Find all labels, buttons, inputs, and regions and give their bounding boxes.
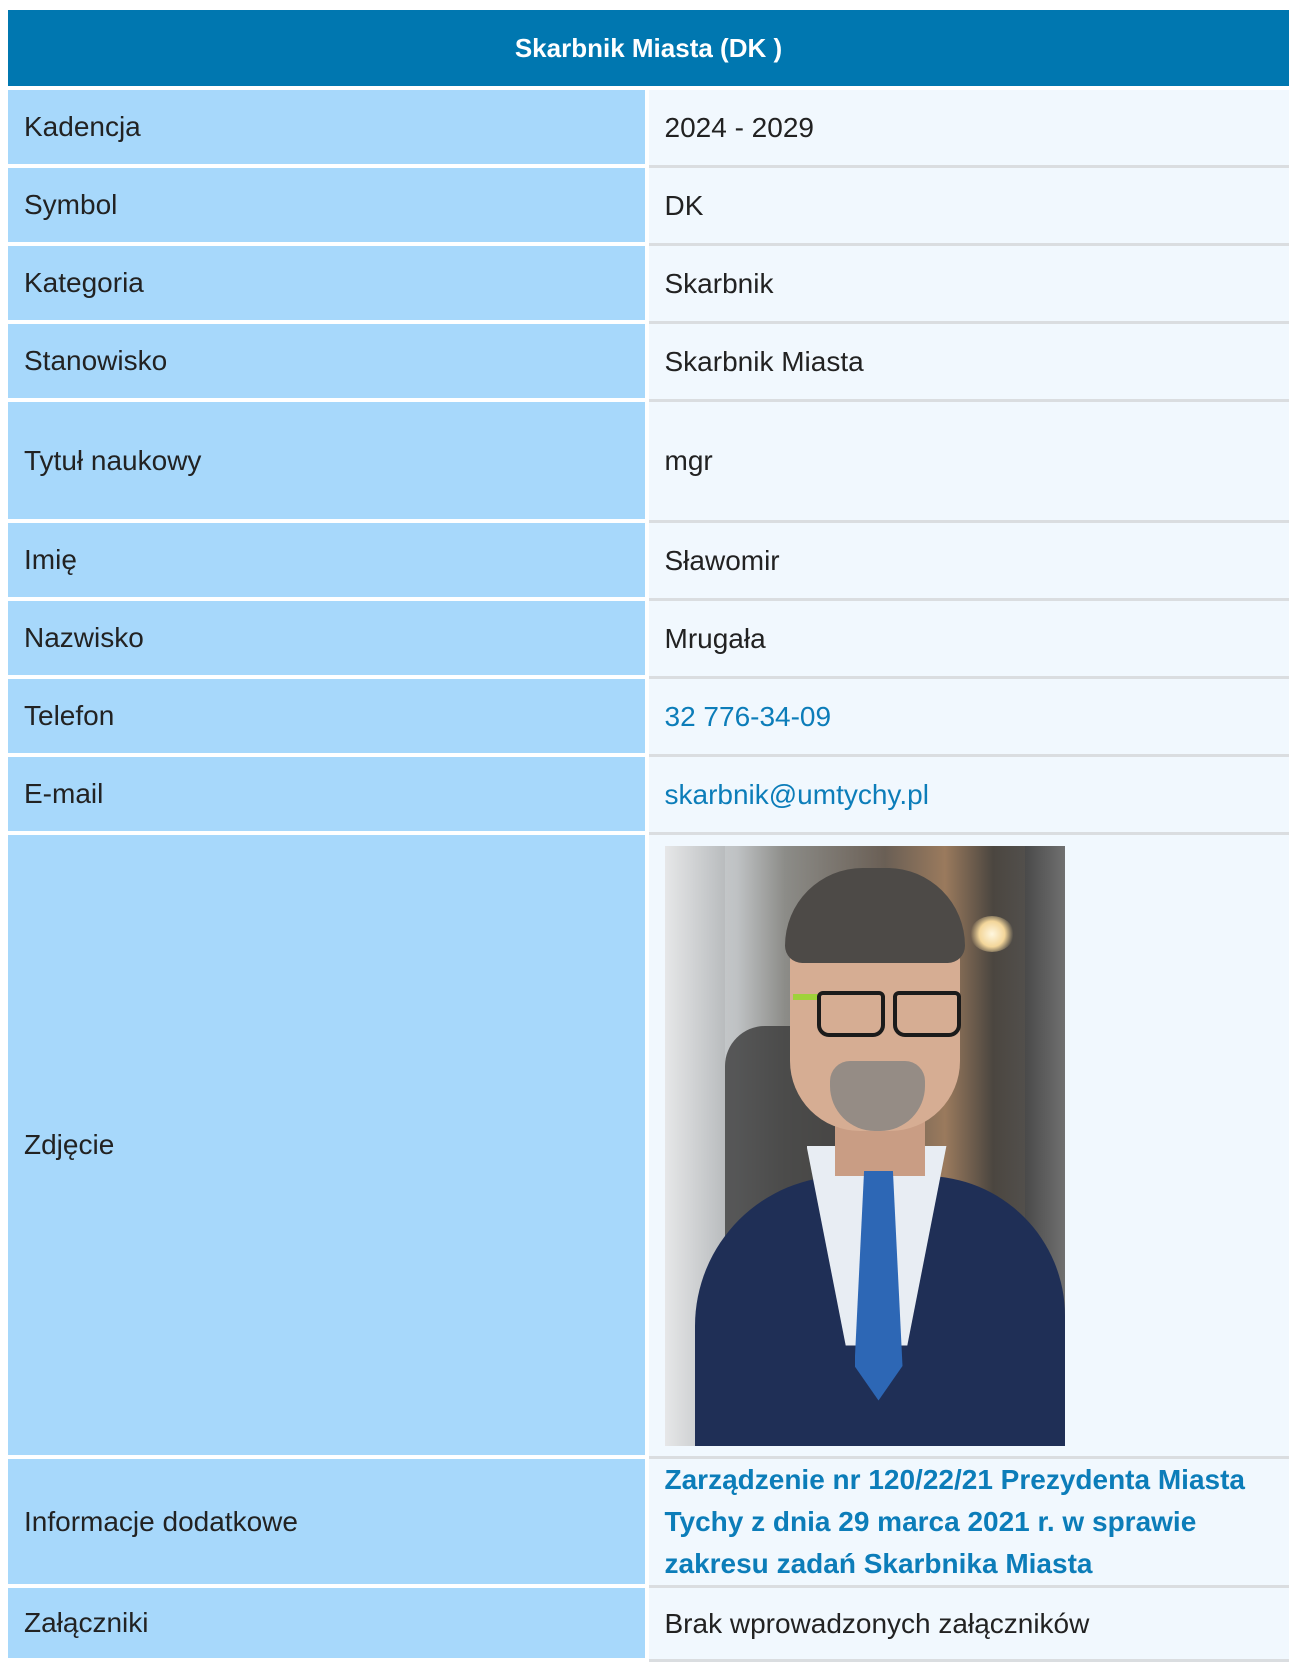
- value-email-cell: skarbnik@umtychy.pl: [649, 757, 1289, 835]
- label-telefon: Telefon: [8, 679, 649, 757]
- label-zalaczniki: Załączniki: [8, 1588, 649, 1662]
- value-tytul-naukowy: mgr: [649, 402, 1289, 523]
- value-symbol: DK: [649, 168, 1289, 246]
- phone-link[interactable]: 32 776-34-09: [665, 701, 832, 732]
- label-nazwisko: Nazwisko: [8, 601, 649, 679]
- value-nazwisko: Mrugała: [649, 601, 1289, 679]
- row-nazwisko: Nazwisko Mrugała: [8, 601, 1289, 679]
- zarzadzenie-link[interactable]: Zarządzenie nr 120/22/21 Prezydenta Mias…: [665, 1459, 1289, 1585]
- label-tytul-naukowy: Tytuł naukowy: [8, 402, 649, 523]
- value-informacje-cell: Zarządzenie nr 120/22/21 Prezydenta Mias…: [649, 1459, 1289, 1588]
- row-imie: Imię Sławomir: [8, 523, 1289, 601]
- value-stanowisko: Skarbnik Miasta: [649, 324, 1289, 402]
- row-informacje-dodatkowe: Informacje dodatkowe Zarządzenie nr 120/…: [8, 1459, 1289, 1588]
- row-kategoria: Kategoria Skarbnik: [8, 246, 1289, 324]
- row-symbol: Symbol DK: [8, 168, 1289, 246]
- photo-glasses-left: [817, 991, 885, 1037]
- email-link[interactable]: skarbnik@umtychy.pl: [665, 779, 929, 810]
- photo-hair: [785, 868, 965, 963]
- label-imie: Imię: [8, 523, 649, 601]
- label-kategoria: Kategoria: [8, 246, 649, 324]
- label-symbol: Symbol: [8, 168, 649, 246]
- label-informacje-dodatkowe: Informacje dodatkowe: [8, 1459, 649, 1588]
- photo-glasses-temple: [793, 994, 819, 1000]
- row-email: E-mail skarbnik@umtychy.pl: [8, 757, 1289, 835]
- row-telefon: Telefon 32 776-34-09: [8, 679, 1289, 757]
- label-zdjecie: Zdjęcie: [8, 835, 649, 1459]
- row-zalaczniki: Załączniki Brak wprowadzonych załącznikó…: [8, 1588, 1289, 1662]
- table-title: Skarbnik Miasta (DK ): [8, 10, 1289, 90]
- label-stanowisko: Stanowisko: [8, 324, 649, 402]
- row-kadencja: Kadencja 2024 - 2029: [8, 90, 1289, 168]
- row-zdjecie: Zdjęcie: [8, 835, 1289, 1459]
- label-email: E-mail: [8, 757, 649, 835]
- value-kadencja: 2024 - 2029: [649, 90, 1289, 168]
- official-info-table: Skarbnik Miasta (DK ) Kadencja 2024 - 20…: [8, 10, 1289, 1662]
- value-telefon-cell: 32 776-34-09: [649, 679, 1289, 757]
- value-imie: Sławomir: [649, 523, 1289, 601]
- label-kadencja: Kadencja: [8, 90, 649, 168]
- photo-glasses-right: [893, 991, 961, 1037]
- value-zdjecie-cell: [649, 835, 1289, 1459]
- row-tytul-naukowy: Tytuł naukowy mgr: [8, 402, 1289, 523]
- official-info-card: Skarbnik Miasta (DK ) Kadencja 2024 - 20…: [8, 10, 1289, 1662]
- value-zalaczniki: Brak wprowadzonych załączników: [649, 1588, 1289, 1662]
- row-stanowisko: Stanowisko Skarbnik Miasta: [8, 324, 1289, 402]
- portrait-photo: [665, 846, 1065, 1446]
- value-kategoria: Skarbnik: [649, 246, 1289, 324]
- photo-lamp: [970, 916, 1014, 952]
